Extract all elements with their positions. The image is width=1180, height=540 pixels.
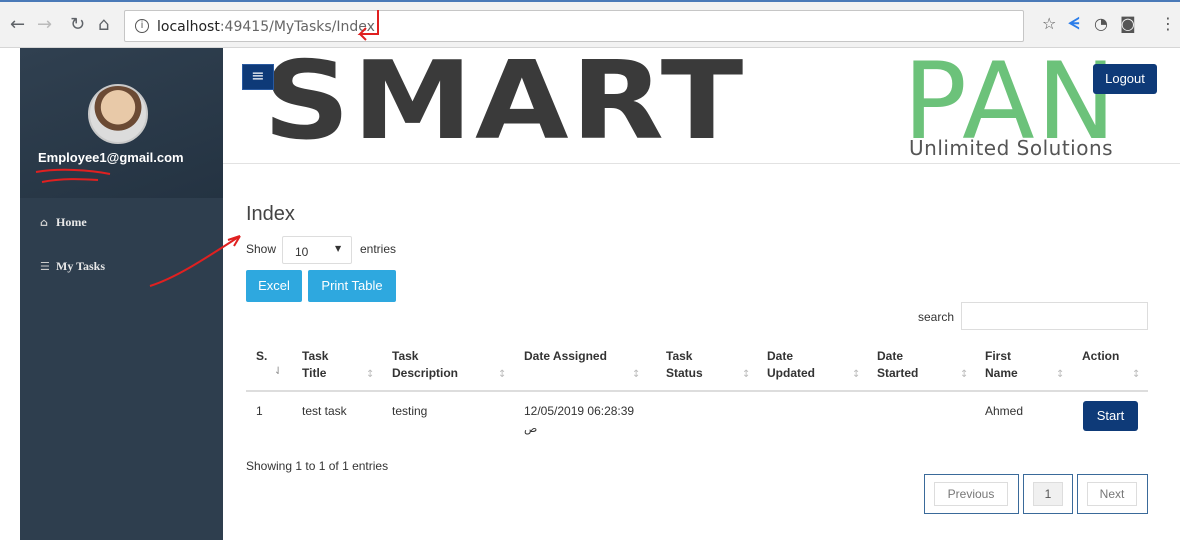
sidebar-item-my-tasks[interactable]: ☰ My Tasks <box>20 248 223 288</box>
cell-date-assigned: 12/05/2019 06:28:39 ص <box>524 404 635 435</box>
page-title: Index <box>246 203 295 225</box>
table-header-divider <box>246 390 1148 392</box>
list-icon: ☰ <box>40 260 50 273</box>
cell-task-title: test task <box>302 404 347 418</box>
sort-icon: ↕ <box>1132 369 1141 380</box>
search-input[interactable] <box>961 302 1148 330</box>
profile-panel: Employee1@gmail.com <box>20 48 223 198</box>
column-header-date-started[interactable]: Date Started <box>877 348 918 382</box>
sort-icon: ↕ <box>960 369 969 380</box>
sort-asc-icon: ⇃ <box>274 366 283 377</box>
pagination-next[interactable]: Next <box>1077 474 1148 514</box>
logout-button[interactable]: Logout <box>1093 64 1157 94</box>
url-text[interactable]: localhost:49415/MyTasks/Index <box>157 19 375 35</box>
sidebar-item-label: My Tasks <box>56 259 106 273</box>
column-header-date-updated[interactable]: Date Updated <box>767 348 815 382</box>
home-icon[interactable]: ⌂ <box>98 16 109 34</box>
sidebar-item-label: Home <box>56 215 87 229</box>
menu-toggle-button[interactable]: ≡ <box>242 64 274 90</box>
previous-button[interactable]: Previous <box>934 482 1008 506</box>
home-icon: ⌂ <box>40 216 48 229</box>
sort-icon: ↕ <box>852 369 861 380</box>
sort-icon: ↕ <box>366 369 375 380</box>
sort-icon: ↕ <box>498 369 507 380</box>
header-banner: SMART PAN Unlimited Solutions ≡ Logout <box>223 44 1180 164</box>
camera-icon[interactable]: ◙ <box>1120 15 1136 33</box>
sort-icon: ↕ <box>1056 369 1065 380</box>
user-email: Employee1@gmail.com <box>38 150 184 165</box>
excel-button[interactable]: Excel <box>246 270 302 302</box>
star-icon[interactable]: ☆ <box>1042 15 1056 33</box>
sidebar-item-home[interactable]: ⌂ Home <box>20 204 223 244</box>
avatar <box>88 84 148 144</box>
cell-task-description: testing <box>392 404 428 418</box>
column-header-serial[interactable]: S. <box>256 348 267 365</box>
table-info: Showing 1 to 1 of 1 entries <box>246 459 389 473</box>
page-length-select[interactable]: 10 ▼ <box>282 236 352 264</box>
next-button[interactable]: Next <box>1087 482 1137 506</box>
sort-icon: ↕ <box>742 369 751 380</box>
column-header-task-title[interactable]: Task Title <box>302 348 328 382</box>
column-header-task-status[interactable]: Task Status <box>666 348 703 382</box>
column-header-action[interactable]: Action <box>1082 348 1119 365</box>
search-label: search <box>918 310 955 324</box>
reload-icon[interactable]: ↻ <box>70 16 85 34</box>
page-length-value: 10 <box>295 245 309 259</box>
menu-icon[interactable]: ⋮ <box>1160 15 1176 33</box>
logo-smart: SMART <box>263 39 746 164</box>
chevron-down-icon: ▼ <box>335 244 342 253</box>
column-header-first-name[interactable]: First Name <box>985 348 1018 382</box>
back-icon[interactable]: ← <box>10 16 25 34</box>
speed-icon[interactable]: ◔ <box>1094 15 1108 33</box>
column-header-task-description[interactable]: Task Description <box>392 348 458 382</box>
sort-icon: ↕ <box>632 369 641 380</box>
entries-label: entries <box>360 242 397 256</box>
extension-icon[interactable]: ᗕ <box>1068 15 1080 33</box>
cell-first-name: Ahmed <box>985 404 1024 418</box>
show-label: Show <box>246 242 277 256</box>
info-icon[interactable]: i <box>135 19 149 33</box>
print-table-button[interactable]: Print Table <box>308 270 396 302</box>
column-header-date-assigned[interactable]: Date Assigned <box>524 348 607 365</box>
page-1-button[interactable]: 1 <box>1033 482 1063 506</box>
pagination-previous[interactable]: Previous <box>924 474 1019 514</box>
sidebar: Employee1@gmail.com ⌂ Home ☰ My Tasks <box>20 48 223 540</box>
address-bar[interactable]: i localhost:49415/MyTasks/Index <box>124 10 1024 42</box>
forward-icon[interactable]: → <box>37 16 52 34</box>
cell-serial: 1 <box>256 404 263 418</box>
start-button[interactable]: Start <box>1083 401 1138 431</box>
pagination-page[interactable]: 1 <box>1023 474 1073 514</box>
logo-tagline: Unlimited Solutions <box>909 136 1114 160</box>
